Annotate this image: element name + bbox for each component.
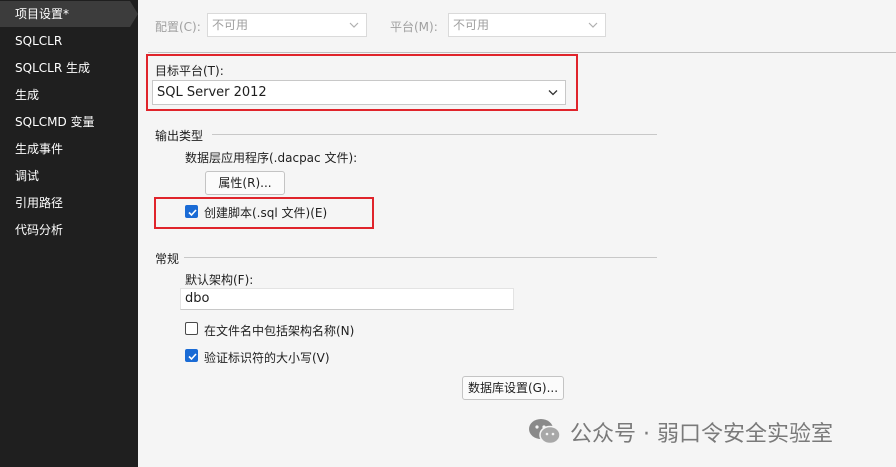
include-schema-checkbox[interactable] bbox=[185, 322, 198, 335]
target-platform-value: SQL Server 2012 bbox=[157, 85, 267, 100]
sidebar-item-label: 代码分析 bbox=[15, 223, 64, 237]
sidebar-item-sqlcmd-variables[interactable]: SQLCMD 变量 bbox=[0, 109, 138, 135]
general-section-title: 常规 bbox=[155, 252, 180, 266]
watermark-text: 公众号 · 弱口令安全实验室 bbox=[570, 422, 833, 447]
general-divider bbox=[184, 257, 657, 258]
checkmark-icon bbox=[188, 209, 197, 217]
output-type-divider bbox=[212, 134, 657, 135]
sidebar-item-label: 项目设置* bbox=[15, 7, 70, 21]
top-divider bbox=[148, 52, 896, 53]
database-settings-button[interactable]: 数据库设置(G)... bbox=[462, 376, 564, 400]
sidebar-item-build-events[interactable]: 生成事件 bbox=[0, 136, 138, 162]
sidebar-item-label: SQLCLR bbox=[15, 34, 63, 48]
validate-case-checkbox[interactable] bbox=[185, 349, 198, 362]
default-schema-label: 默认架构(F): bbox=[185, 273, 254, 287]
watermark: 公众号 · 弱口令安全实验室 bbox=[528, 414, 833, 450]
config-select[interactable]: 不可用 bbox=[207, 13, 367, 37]
checkmark-icon bbox=[188, 353, 197, 361]
properties-button[interactable]: 属性(R)... bbox=[205, 171, 285, 195]
sidebar-item-debug[interactable]: 调试 bbox=[0, 163, 138, 189]
platform-label: 平台(M): bbox=[390, 20, 438, 34]
sidebar-item-label: 生成 bbox=[15, 88, 40, 102]
create-script-label: 创建脚本(.sql 文件)(E) bbox=[204, 206, 328, 220]
dacpac-label: 数据层应用程序(.dacpac 文件): bbox=[185, 151, 358, 165]
platform-select[interactable]: 不可用 bbox=[448, 13, 606, 37]
output-type-section-title: 输出类型 bbox=[155, 129, 204, 143]
sidebar-item-label: 引用路径 bbox=[15, 196, 64, 210]
config-select-value: 不可用 bbox=[212, 18, 249, 32]
include-schema-label: 在文件名中包括架构名称(N) bbox=[204, 324, 355, 338]
target-platform-select[interactable]: SQL Server 2012 bbox=[152, 80, 566, 105]
create-script-checkbox[interactable] bbox=[185, 205, 198, 218]
sidebar-item-reference-paths[interactable]: 引用路径 bbox=[0, 190, 138, 216]
sidebar-item-label: 调试 bbox=[15, 169, 40, 183]
sidebar: 项目设置* SQLCLR SQLCLR 生成 生成 SQLCMD 变量 生成事件… bbox=[0, 0, 138, 467]
sidebar-item-label: SQLCMD 变量 bbox=[15, 115, 95, 129]
sidebar-item-sqlclr-build[interactable]: SQLCLR 生成 bbox=[0, 55, 138, 81]
sidebar-item-project-settings[interactable]: 项目设置* bbox=[0, 1, 138, 27]
active-arrow-icon bbox=[130, 1, 138, 27]
config-label: 配置(C): bbox=[155, 20, 201, 34]
sidebar-item-label: 生成事件 bbox=[15, 142, 64, 156]
platform-select-value: 不可用 bbox=[453, 18, 490, 32]
wechat-icon bbox=[529, 419, 561, 445]
sidebar-item-label: SQLCLR 生成 bbox=[15, 61, 90, 75]
chevron-down-icon bbox=[548, 90, 558, 96]
target-platform-label: 目标平台(T): bbox=[155, 64, 224, 78]
sidebar-item-sqlclr[interactable]: SQLCLR bbox=[0, 28, 138, 54]
sidebar-item-code-analysis[interactable]: 代码分析 bbox=[0, 217, 138, 243]
validate-case-label: 验证标识符的大小写(V) bbox=[204, 351, 330, 365]
sidebar-item-build[interactable]: 生成 bbox=[0, 82, 138, 108]
chevron-down-icon bbox=[349, 22, 359, 28]
default-schema-input[interactable]: dbo bbox=[180, 288, 514, 310]
chevron-down-icon bbox=[588, 22, 598, 28]
